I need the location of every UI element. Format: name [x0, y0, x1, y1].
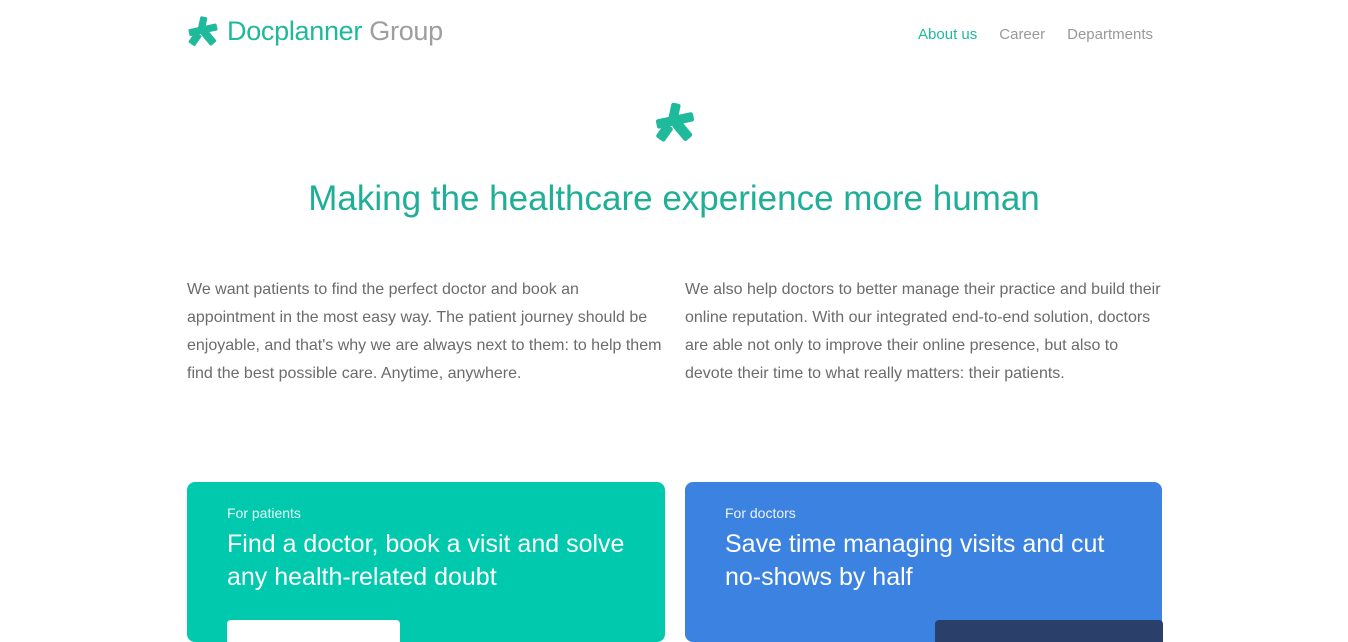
site-header: Docplanner Group About us Career Departm…	[0, 0, 1348, 70]
nav-career[interactable]: Career	[999, 26, 1045, 44]
doctors-card-kicker: For doctors	[725, 505, 796, 521]
intro-patients-text: We want patients to find the perfect doc…	[187, 281, 662, 382]
nav-about-us[interactable]: About us	[918, 26, 977, 44]
doctors-card-button[interactable]	[935, 620, 1163, 642]
logo-link[interactable]: Docplanner Group	[187, 14, 443, 48]
main-nav: About us Career Departments	[896, 26, 1153, 44]
logo-word-secondary: Group	[369, 16, 443, 46]
logo-wordmark: Docplanner Group	[227, 14, 443, 48]
nav-departments[interactable]: Departments	[1067, 26, 1153, 44]
patients-card-button[interactable]	[227, 620, 400, 642]
patients-card-kicker: For patients	[227, 505, 301, 521]
intro-doctors-text: We also help doctors to better manage th…	[685, 281, 1161, 382]
page-headline: Making the healthcare experience more hu…	[308, 179, 1040, 218]
docplanner-star-icon	[655, 102, 695, 142]
logo-word-primary: Docplanner	[227, 16, 363, 46]
docplanner-logo-icon	[188, 16, 218, 46]
doctors-card-title: Save time managing visits and cut no-sho…	[725, 530, 1105, 591]
patients-card-title: Find a doctor, book a visit and solve an…	[227, 530, 625, 591]
patients-card[interactable]: For patients Find a doctor, book a visit…	[187, 482, 665, 642]
doctors-card[interactable]: For doctors Save time managing visits an…	[685, 482, 1163, 642]
